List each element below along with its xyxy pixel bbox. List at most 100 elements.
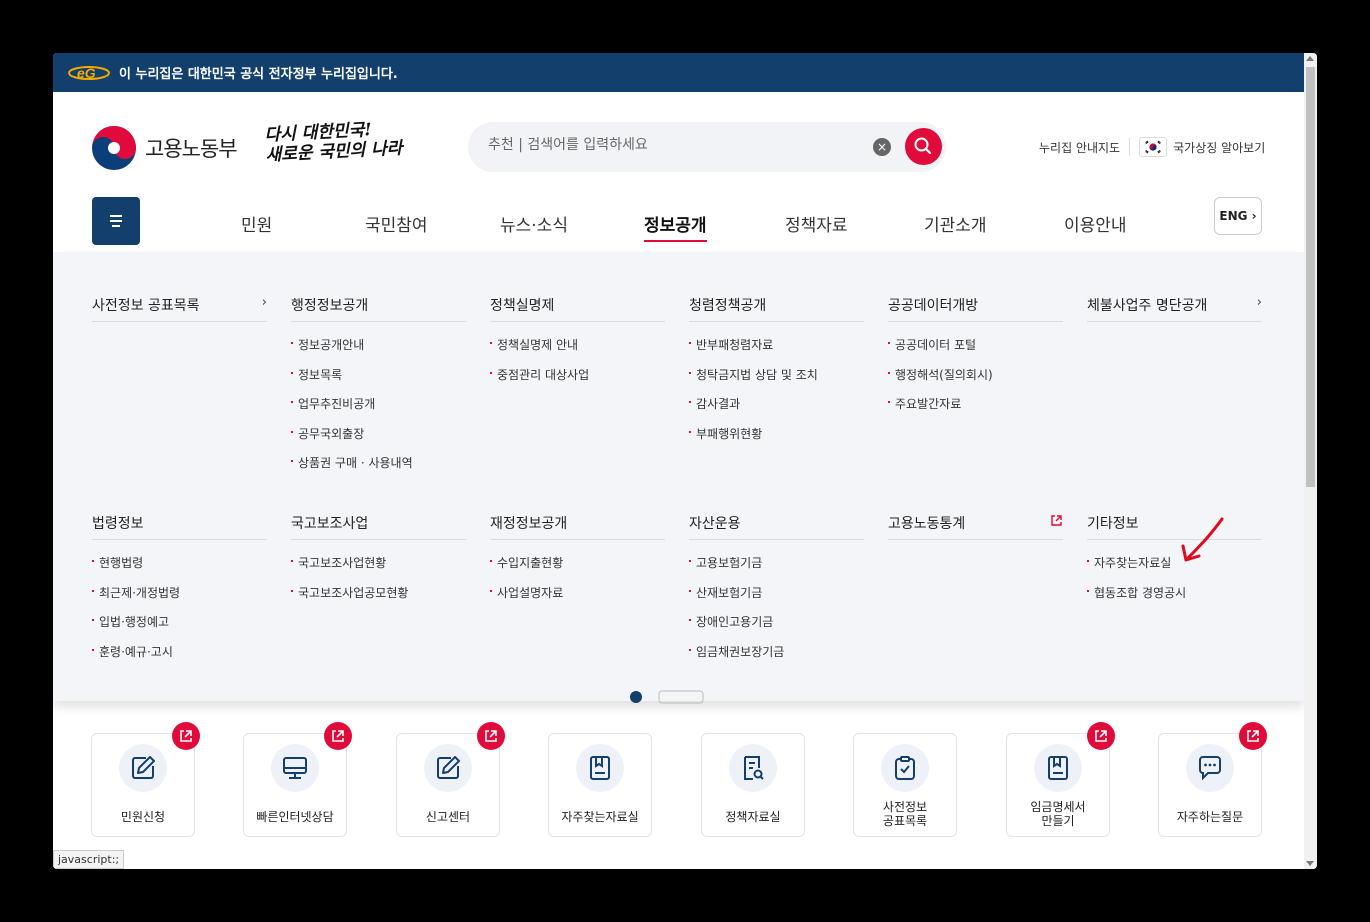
mega-column-title[interactable]: 행정정보공개 bbox=[291, 295, 466, 322]
mega-link[interactable]: 최근제·개정법령 bbox=[92, 584, 267, 614]
mega-link[interactable]: 수입지출현황 bbox=[490, 554, 665, 584]
chat-bubble-icon bbox=[1186, 744, 1234, 792]
mega-link[interactable]: 산재보험기금 bbox=[689, 584, 864, 614]
mega-link[interactable]: 업무추진비공개 bbox=[291, 395, 466, 425]
national-symbol-link[interactable]: 국가상징 알아보기 bbox=[1173, 139, 1265, 156]
mega-column-title[interactable]: 기타정보 bbox=[1087, 513, 1262, 540]
mega-column-title[interactable]: 재정정보공개 bbox=[490, 513, 665, 540]
mega-column-title[interactable]: 사전정보 공표목록 › bbox=[92, 295, 267, 322]
bookmark-document-icon bbox=[1034, 744, 1082, 792]
all-menu-button[interactable] bbox=[92, 197, 140, 245]
quick-card-faq-archive[interactable]: 자주찾는자료실 bbox=[548, 733, 652, 837]
korea-flag-icon bbox=[1139, 137, 1168, 157]
mega-link[interactable]: 주요발간자료 bbox=[888, 395, 1063, 425]
mega-link[interactable]: 정보목록 bbox=[291, 366, 466, 396]
nav-item-news[interactable]: 뉴스·소식 bbox=[500, 211, 568, 236]
mega-link[interactable]: 부패행위현황 bbox=[689, 425, 864, 455]
mega-link[interactable]: 고용보험기금 bbox=[689, 554, 864, 584]
english-button[interactable]: ENG › bbox=[1214, 197, 1262, 235]
mega-link[interactable]: 정책실명제 안내 bbox=[490, 336, 665, 366]
mega-link[interactable]: 중점관리 대상사업 bbox=[490, 366, 665, 396]
vertical-scrollbar[interactable] bbox=[1304, 53, 1317, 869]
quick-card-label: 빠른인터넷상담 bbox=[256, 810, 334, 824]
menu-icon-bar bbox=[112, 225, 120, 227]
mega-link[interactable]: 상품권 구매 · 사용내역 bbox=[291, 454, 466, 484]
english-label: ENG bbox=[1219, 209, 1248, 223]
nav-item-civil-affairs[interactable]: 민원 bbox=[241, 211, 272, 236]
mega-link[interactable]: 공무국외출장 bbox=[291, 425, 466, 455]
status-bar: javascript:; bbox=[53, 850, 125, 869]
ministry-logo[interactable]: 고용노동부 bbox=[91, 125, 238, 171]
mega-column-title[interactable]: 청렴정책공개 bbox=[689, 295, 864, 322]
quick-card-online-counsel[interactable]: 빠른인터넷상담 bbox=[243, 722, 352, 837]
slogan: 다시 대한민국! 새로운 국민의 나라 bbox=[264, 118, 403, 166]
column-title-text: 공공데이터개방 bbox=[888, 298, 979, 314]
mega-column: 공공데이터개방 공공데이터 포털 행정해석(질의회시) 주요발간자료 bbox=[888, 295, 1063, 425]
taegeuk-logo-icon bbox=[92, 126, 136, 170]
scroll-up-arrow-icon[interactable] bbox=[1306, 56, 1314, 61]
mega-column-title[interactable]: 법령정보 bbox=[92, 513, 267, 540]
mega-link[interactable]: 정보공개안내 bbox=[291, 336, 466, 366]
column-title-text: 재정정보공개 bbox=[490, 516, 568, 532]
quick-card-faq[interactable]: 자주하는질문 bbox=[1158, 722, 1267, 837]
column-title-text: 기타정보 bbox=[1087, 516, 1139, 532]
sitemap-link[interactable]: 누리집 안내지도 bbox=[1039, 139, 1120, 156]
search-button[interactable] bbox=[905, 128, 942, 165]
nav-item-guide[interactable]: 이용안내 bbox=[1064, 211, 1127, 236]
quick-card-label-line: 임금명세서 bbox=[1030, 800, 1086, 814]
quick-card-pre-disclosure[interactable]: 사전정보 공표목록 bbox=[853, 733, 957, 837]
mega-column-title[interactable]: 국고보조사업 bbox=[291, 513, 466, 540]
mega-link[interactable]: 임금채권보장기금 bbox=[689, 643, 864, 673]
clipboard-check-icon bbox=[881, 744, 929, 792]
clear-icon[interactable]: × bbox=[873, 138, 891, 156]
mega-link[interactable]: 행정해석(질의회시) bbox=[888, 366, 1063, 396]
mega-link[interactable]: 반부패청렴자료 bbox=[689, 336, 864, 366]
nav-item-about[interactable]: 기관소개 bbox=[924, 211, 987, 236]
nav-item-policy-data[interactable]: 정책자료 bbox=[785, 211, 848, 236]
mega-column-title[interactable]: 정책실명제 bbox=[490, 295, 665, 322]
nav-item-participation[interactable]: 국민참여 bbox=[365, 211, 428, 236]
mega-column: 국고보조사업 국고보조사업현황 국고보조사업공모현황 bbox=[291, 513, 466, 613]
mega-link[interactable]: 청탁금지법 상담 및 조치 bbox=[689, 366, 864, 396]
scrollbar-thumb[interactable] bbox=[1306, 67, 1315, 487]
mega-link[interactable]: 협동조합 경영공시 bbox=[1087, 584, 1262, 614]
utility-links: 누리집 안내지도 국가상징 알아보기 bbox=[1039, 137, 1265, 157]
mega-link[interactable]: 자주찾는자료실 bbox=[1087, 554, 1262, 584]
mega-column: 청렴정책공개 반부패청렴자료 청탁금지법 상담 및 조치 감사결과 부패행위현황 bbox=[689, 295, 864, 454]
mega-column-title[interactable]: 체불사업주 명단공개 › bbox=[1087, 295, 1262, 322]
mega-link[interactable]: 공공데이터 포털 bbox=[888, 336, 1063, 366]
quick-card-label: 정책자료실 bbox=[725, 810, 781, 824]
monitor-icon bbox=[271, 744, 319, 792]
mega-link[interactable]: 사업설명자료 bbox=[490, 584, 665, 614]
search-icon bbox=[914, 137, 932, 155]
mega-column-title[interactable]: 자산운용 bbox=[689, 513, 864, 540]
search-input[interactable] bbox=[488, 137, 868, 153]
mega-link[interactable]: 국고보조사업공모현황 bbox=[291, 584, 466, 614]
mega-column-title[interactable]: 고용노동통계 bbox=[888, 513, 1063, 540]
mega-column: 재정정보공개 수입지출현황 사업설명자료 bbox=[490, 513, 665, 613]
annotation-arrow-icon bbox=[1181, 517, 1224, 562]
quick-card-payslip[interactable]: 임금명세서 만들기 bbox=[1006, 722, 1115, 837]
menu-icon-bar bbox=[110, 215, 122, 217]
mega-link[interactable]: 장애인고용기금 bbox=[689, 613, 864, 643]
mega-link[interactable]: 감사결과 bbox=[689, 395, 864, 425]
nav-item-info-disclosure[interactable]: 정보공개 bbox=[644, 211, 707, 242]
column-title-text: 법령정보 bbox=[92, 516, 144, 532]
mega-column: 기타정보 자주찾는자료실 협동조합 경영공시 bbox=[1087, 513, 1262, 613]
quick-card-label: 임금명세서 만들기 bbox=[1007, 800, 1109, 828]
quick-menu: 민원신청 빠른인터넷상담 신고센터 자주찾는자료실 정책자료실 사전정보 공표목… bbox=[53, 722, 1304, 843]
carousel-pager bbox=[629, 689, 704, 704]
mega-link[interactable]: 현행법령 bbox=[92, 554, 267, 584]
browser-viewport: eG 이 누리집은 대한민국 공식 전자정부 누리집입니다. 고용노동부 다시 … bbox=[53, 53, 1317, 869]
scroll-down-arrow-icon[interactable] bbox=[1306, 861, 1314, 866]
column-title-text: 고용노동통계 bbox=[888, 516, 966, 532]
mega-column-title[interactable]: 공공데이터개방 bbox=[888, 295, 1063, 322]
mega-link[interactable]: 국고보조사업현황 bbox=[291, 554, 466, 584]
mega-link[interactable]: 훈령·예규·고시 bbox=[92, 643, 267, 673]
header: 고용노동부 다시 대한민국! 새로운 국민의 나라 × 누리집 안내지도 bbox=[53, 92, 1304, 252]
quick-card-policy-archive[interactable]: 정책자료실 bbox=[701, 733, 805, 837]
quick-card-report-center[interactable]: 신고센터 bbox=[396, 722, 505, 837]
mega-column: 정책실명제 정책실명제 안내 중점관리 대상사업 bbox=[490, 295, 665, 395]
quick-card-civil-application[interactable]: 민원신청 bbox=[91, 722, 200, 837]
mega-link[interactable]: 입법·행정예고 bbox=[92, 613, 267, 643]
